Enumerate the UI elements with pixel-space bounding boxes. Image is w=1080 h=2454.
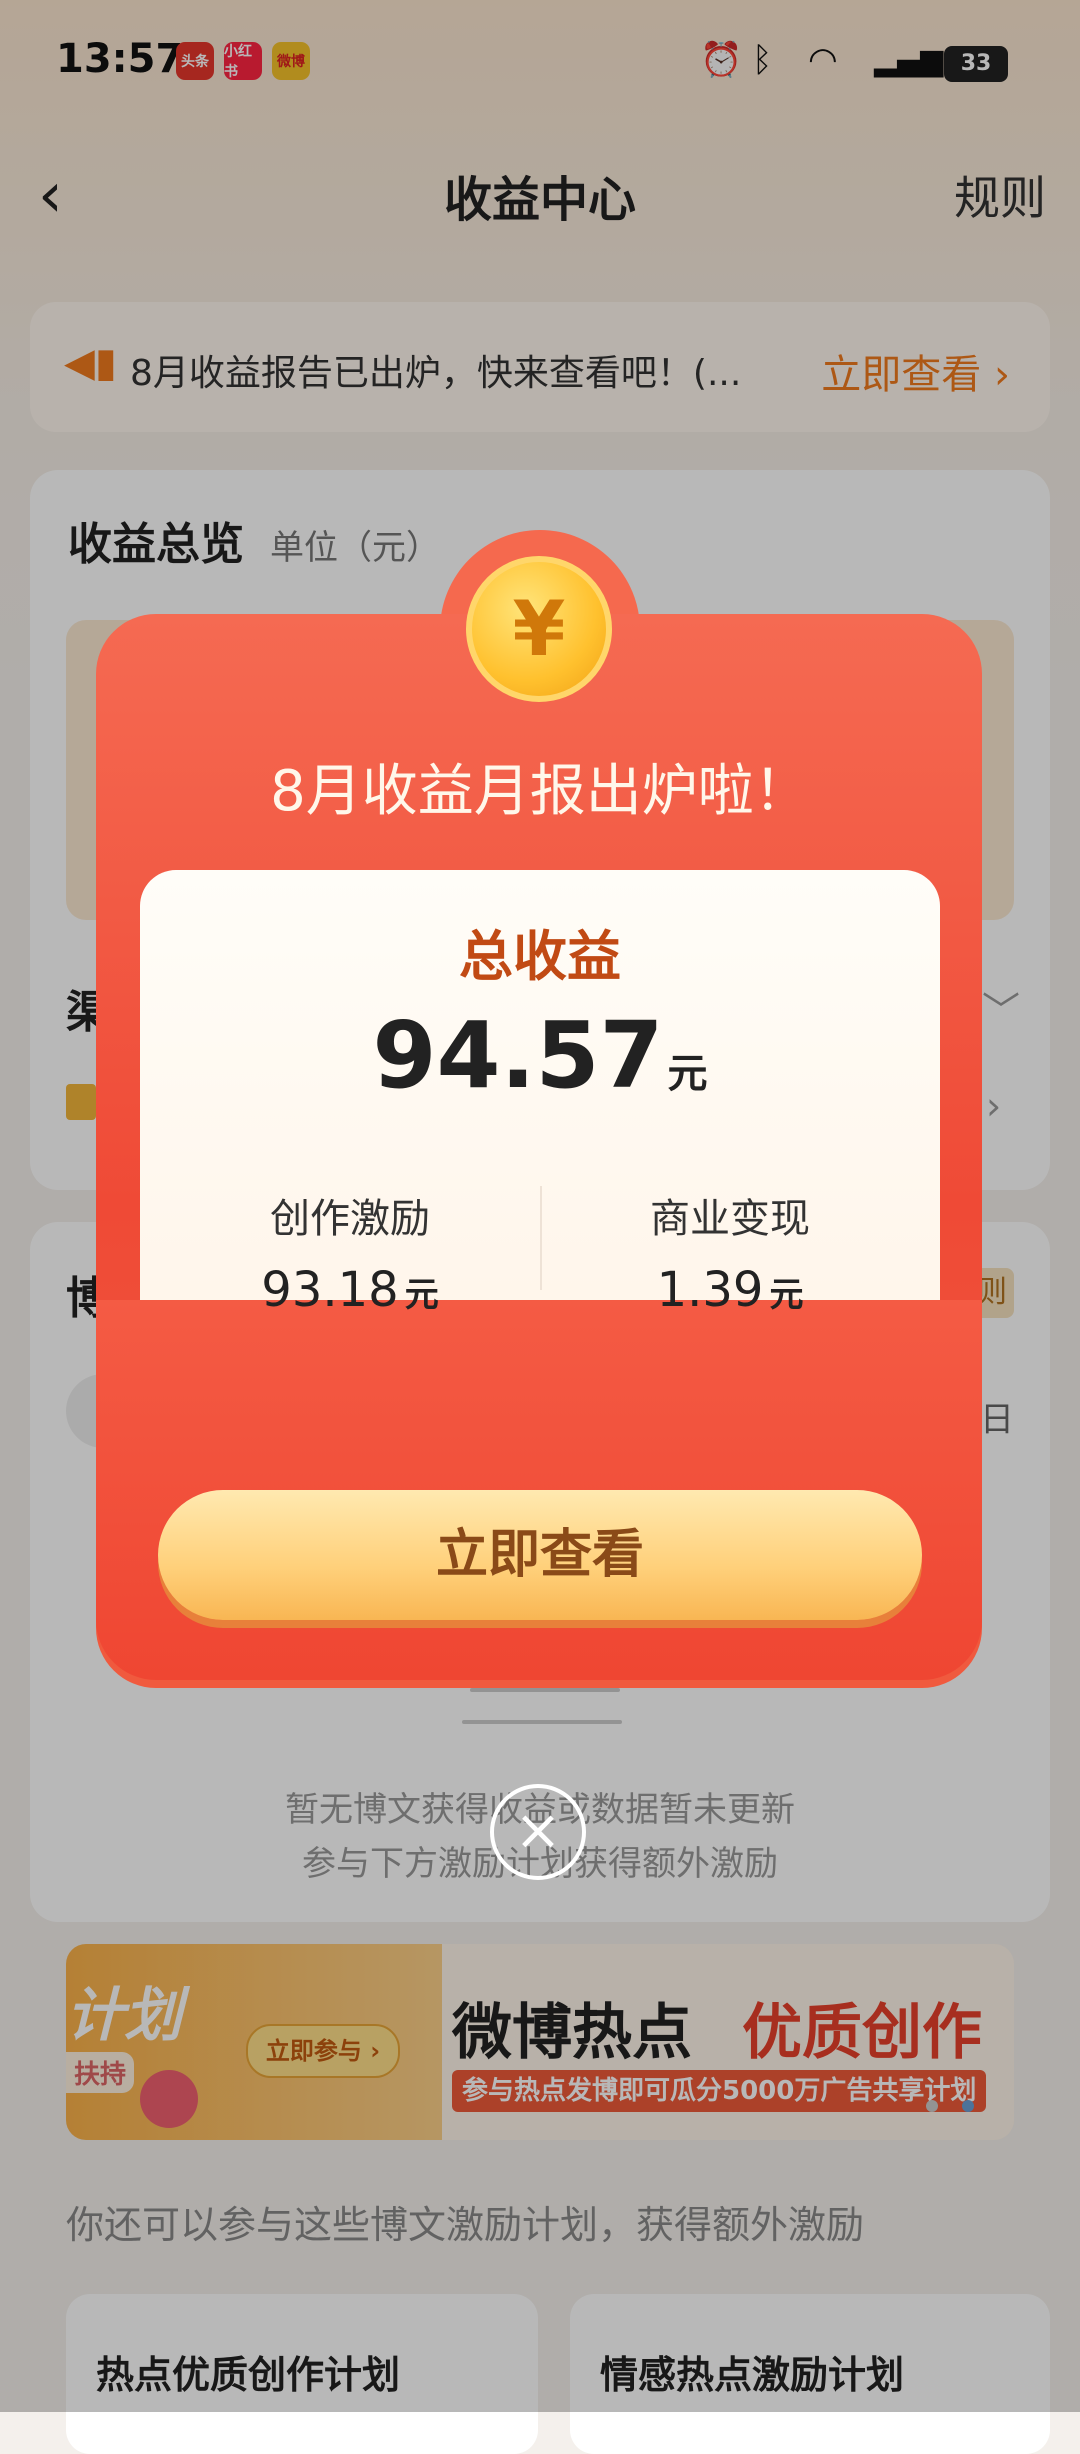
- commercial-label: 商业变现: [650, 1196, 810, 1242]
- yuan-symbol: ¥: [512, 584, 566, 673]
- coin-icon: ¥: [466, 556, 612, 702]
- creation-incentive-value: 93.18 元: [200, 1262, 500, 1318]
- commercial-number: 1.39: [656, 1262, 764, 1318]
- total-income-unit: 元: [667, 1051, 708, 1097]
- commercial-unit: 元: [769, 1275, 804, 1315]
- creation-incentive-label: 创作激励: [270, 1196, 430, 1242]
- total-income-label: 总收益: [459, 925, 621, 988]
- value-divider: [540, 1186, 542, 1290]
- popup-heading: 8月收益月报出炉啦！: [270, 759, 810, 824]
- total-income-value: 94.57 元: [0, 1002, 1080, 1109]
- commercial-value: 1.39 元: [580, 1262, 880, 1318]
- view-now-button[interactable]: 立即查看: [158, 1490, 922, 1620]
- close-icon[interactable]: ×: [490, 1784, 586, 1880]
- total-income-number: 94.57: [372, 1002, 664, 1109]
- creation-incentive-unit: 元: [404, 1275, 439, 1315]
- creation-incentive-number: 93.18: [261, 1262, 399, 1318]
